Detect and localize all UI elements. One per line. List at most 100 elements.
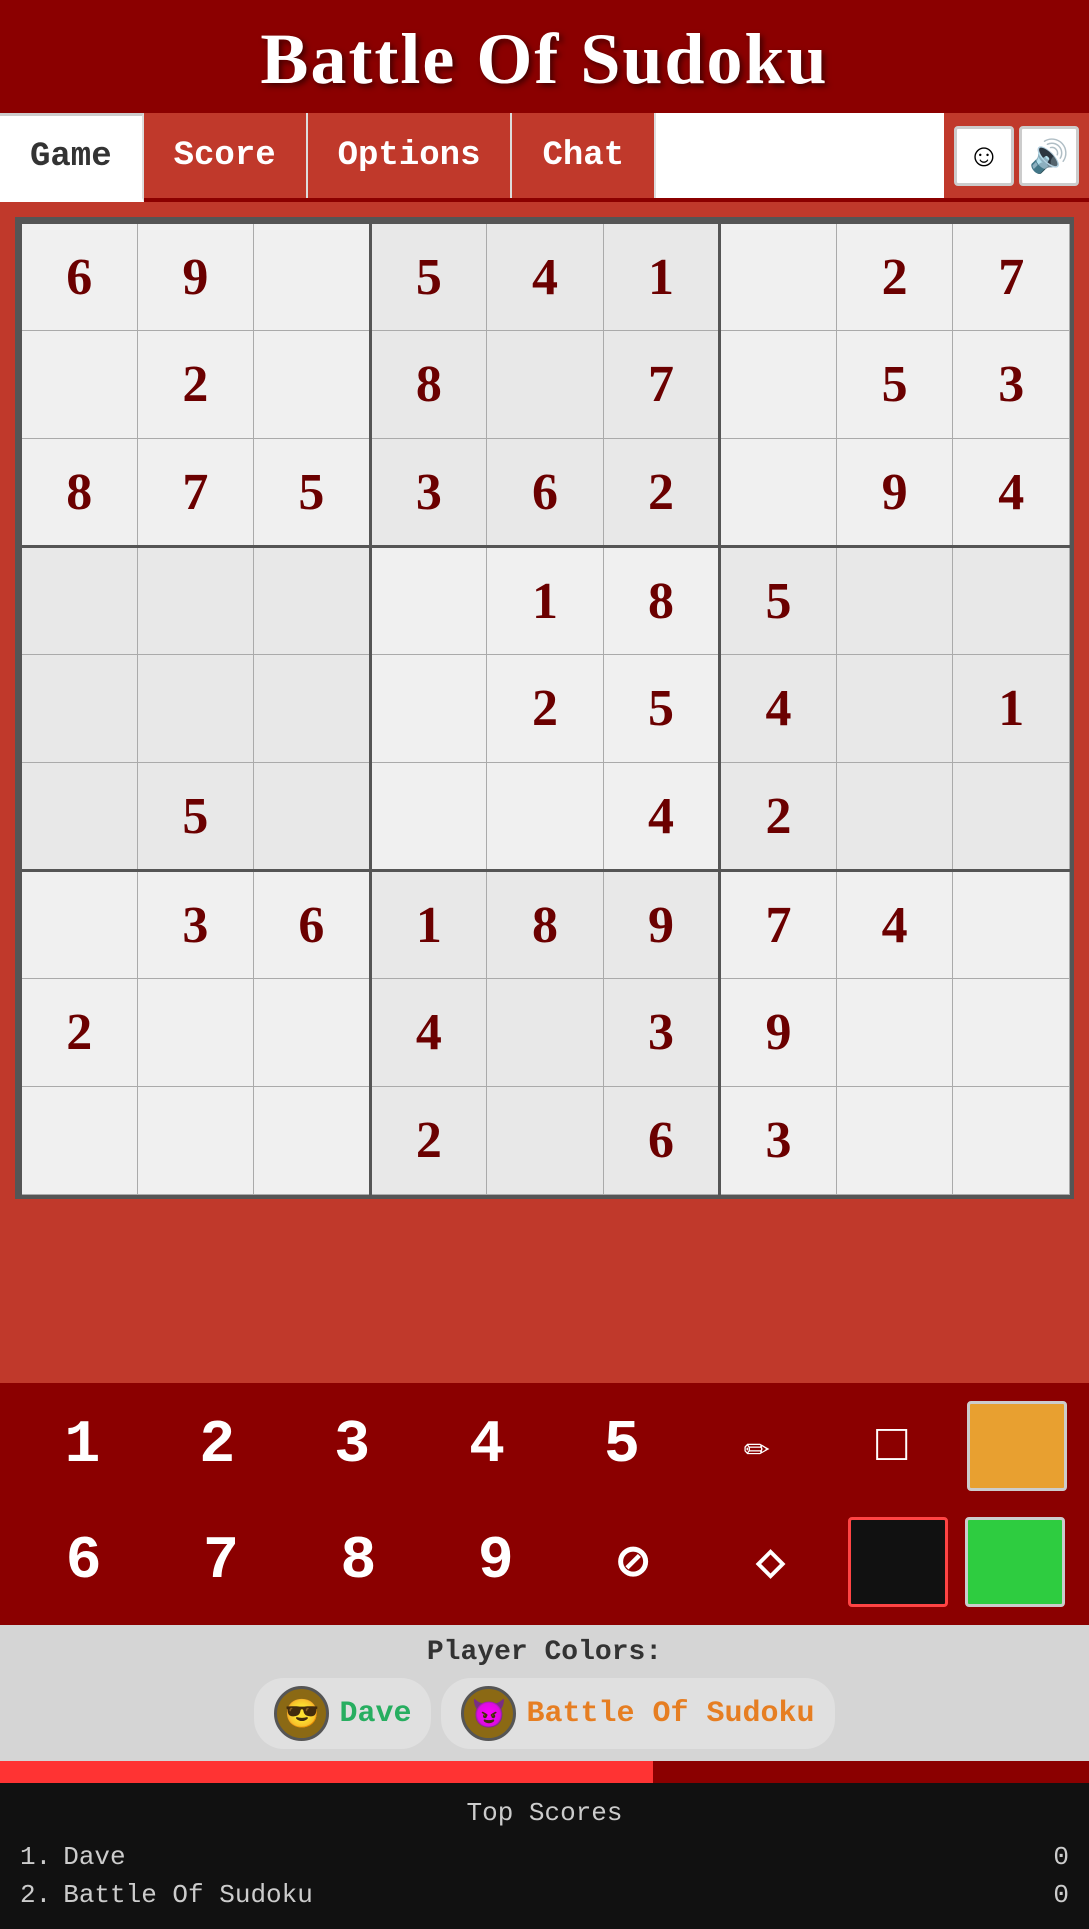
cell-8-2[interactable]	[254, 1087, 371, 1195]
cell-6-2[interactable]: 6	[254, 871, 371, 979]
black-color-button[interactable]	[848, 1517, 948, 1607]
tab-chat[interactable]: Chat	[512, 113, 656, 198]
num-2-button[interactable]: 2	[157, 1396, 277, 1496]
cell-0-8[interactable]: 7	[953, 223, 1070, 331]
cell-3-4[interactable]: 1	[487, 547, 604, 655]
num-5-button[interactable]: 5	[562, 1396, 682, 1496]
tab-score[interactable]: Score	[144, 113, 308, 198]
cell-8-7[interactable]	[836, 1087, 953, 1195]
cell-4-7[interactable]	[836, 655, 953, 763]
cell-0-1[interactable]: 9	[137, 223, 254, 331]
sound-button[interactable]: 🔊	[1019, 126, 1079, 186]
cell-3-7[interactable]	[836, 547, 953, 655]
cell-5-7[interactable]	[836, 763, 953, 871]
num-9-button[interactable]: 9	[436, 1512, 556, 1612]
cell-5-5[interactable]: 4	[603, 763, 720, 871]
num-6-button[interactable]: 6	[24, 1512, 144, 1612]
cell-6-1[interactable]: 3	[137, 871, 254, 979]
no-button[interactable]: ⊘	[573, 1512, 693, 1612]
cell-6-3[interactable]: 1	[370, 871, 487, 979]
cell-4-8[interactable]: 1	[953, 655, 1070, 763]
cell-7-2[interactable]	[254, 979, 371, 1087]
cell-1-0[interactable]	[21, 331, 138, 439]
cell-0-7[interactable]: 2	[836, 223, 953, 331]
green-color-button[interactable]	[965, 1517, 1065, 1607]
cell-7-7[interactable]	[836, 979, 953, 1087]
cell-7-6[interactable]: 9	[720, 979, 837, 1087]
cell-6-5[interactable]: 9	[603, 871, 720, 979]
cell-8-5[interactable]: 6	[603, 1087, 720, 1195]
cell-2-1[interactable]: 7	[137, 439, 254, 547]
cell-8-8[interactable]	[953, 1087, 1070, 1195]
cell-0-2[interactable]	[254, 223, 371, 331]
orange-color-button[interactable]	[967, 1401, 1067, 1491]
cell-3-8[interactable]	[953, 547, 1070, 655]
cell-1-2[interactable]	[254, 331, 371, 439]
cell-8-6[interactable]: 3	[720, 1087, 837, 1195]
cell-3-2[interactable]	[254, 547, 371, 655]
cell-4-4[interactable]: 2	[487, 655, 604, 763]
cell-6-6[interactable]: 7	[720, 871, 837, 979]
diamond-button[interactable]: ◇	[711, 1512, 831, 1612]
cell-5-8[interactable]	[953, 763, 1070, 871]
cell-5-2[interactable]	[254, 763, 371, 871]
cell-2-8[interactable]: 4	[953, 439, 1070, 547]
cell-1-5[interactable]: 7	[603, 331, 720, 439]
cell-2-3[interactable]: 3	[370, 439, 487, 547]
num-8-button[interactable]: 8	[298, 1512, 418, 1612]
cell-4-2[interactable]	[254, 655, 371, 763]
cell-5-1[interactable]: 5	[137, 763, 254, 871]
cell-7-3[interactable]: 4	[370, 979, 487, 1087]
pencil-button[interactable]: ✏	[697, 1396, 817, 1496]
cell-7-5[interactable]: 3	[603, 979, 720, 1087]
cell-2-0[interactable]: 8	[21, 439, 138, 547]
cell-0-3[interactable]: 5	[370, 223, 487, 331]
cell-0-6[interactable]	[720, 223, 837, 331]
cell-4-0[interactable]	[21, 655, 138, 763]
cell-1-3[interactable]: 8	[370, 331, 487, 439]
cell-2-4[interactable]: 6	[487, 439, 604, 547]
cell-8-1[interactable]	[137, 1087, 254, 1195]
cell-0-0[interactable]: 6	[21, 223, 138, 331]
cell-7-8[interactable]	[953, 979, 1070, 1087]
cell-1-1[interactable]: 2	[137, 331, 254, 439]
cell-2-7[interactable]: 9	[836, 439, 953, 547]
cell-6-8[interactable]	[953, 871, 1070, 979]
cell-6-0[interactable]	[21, 871, 138, 979]
cell-3-5[interactable]: 8	[603, 547, 720, 655]
cell-1-8[interactable]: 3	[953, 331, 1070, 439]
cell-3-6[interactable]: 5	[720, 547, 837, 655]
cell-8-0[interactable]	[21, 1087, 138, 1195]
cell-6-7[interactable]: 4	[836, 871, 953, 979]
cell-5-6[interactable]: 2	[720, 763, 837, 871]
square-button[interactable]: □	[832, 1396, 952, 1496]
cell-5-0[interactable]	[21, 763, 138, 871]
cell-4-3[interactable]	[370, 655, 487, 763]
num-3-button[interactable]: 3	[292, 1396, 412, 1496]
cell-2-5[interactable]: 2	[603, 439, 720, 547]
cell-7-4[interactable]	[487, 979, 604, 1087]
num-1-button[interactable]: 1	[22, 1396, 142, 1496]
cell-0-4[interactable]: 4	[487, 223, 604, 331]
cell-7-1[interactable]	[137, 979, 254, 1087]
cell-8-4[interactable]	[487, 1087, 604, 1195]
cell-5-3[interactable]	[370, 763, 487, 871]
cell-8-3[interactable]: 2	[370, 1087, 487, 1195]
num-7-button[interactable]: 7	[161, 1512, 281, 1612]
cell-1-7[interactable]: 5	[836, 331, 953, 439]
cell-3-3[interactable]	[370, 547, 487, 655]
cell-0-5[interactable]: 1	[603, 223, 720, 331]
cell-6-4[interactable]: 8	[487, 871, 604, 979]
cell-3-1[interactable]	[137, 547, 254, 655]
cell-7-0[interactable]: 2	[21, 979, 138, 1087]
num-4-button[interactable]: 4	[427, 1396, 547, 1496]
cell-2-2[interactable]: 5	[254, 439, 371, 547]
cell-5-4[interactable]	[487, 763, 604, 871]
tab-options[interactable]: Options	[308, 113, 513, 198]
cell-2-6[interactable]	[720, 439, 837, 547]
smiley-button[interactable]: ☺	[954, 126, 1014, 186]
tab-game[interactable]: Game	[0, 113, 144, 202]
cell-1-4[interactable]	[487, 331, 604, 439]
cell-4-1[interactable]	[137, 655, 254, 763]
cell-4-6[interactable]: 4	[720, 655, 837, 763]
